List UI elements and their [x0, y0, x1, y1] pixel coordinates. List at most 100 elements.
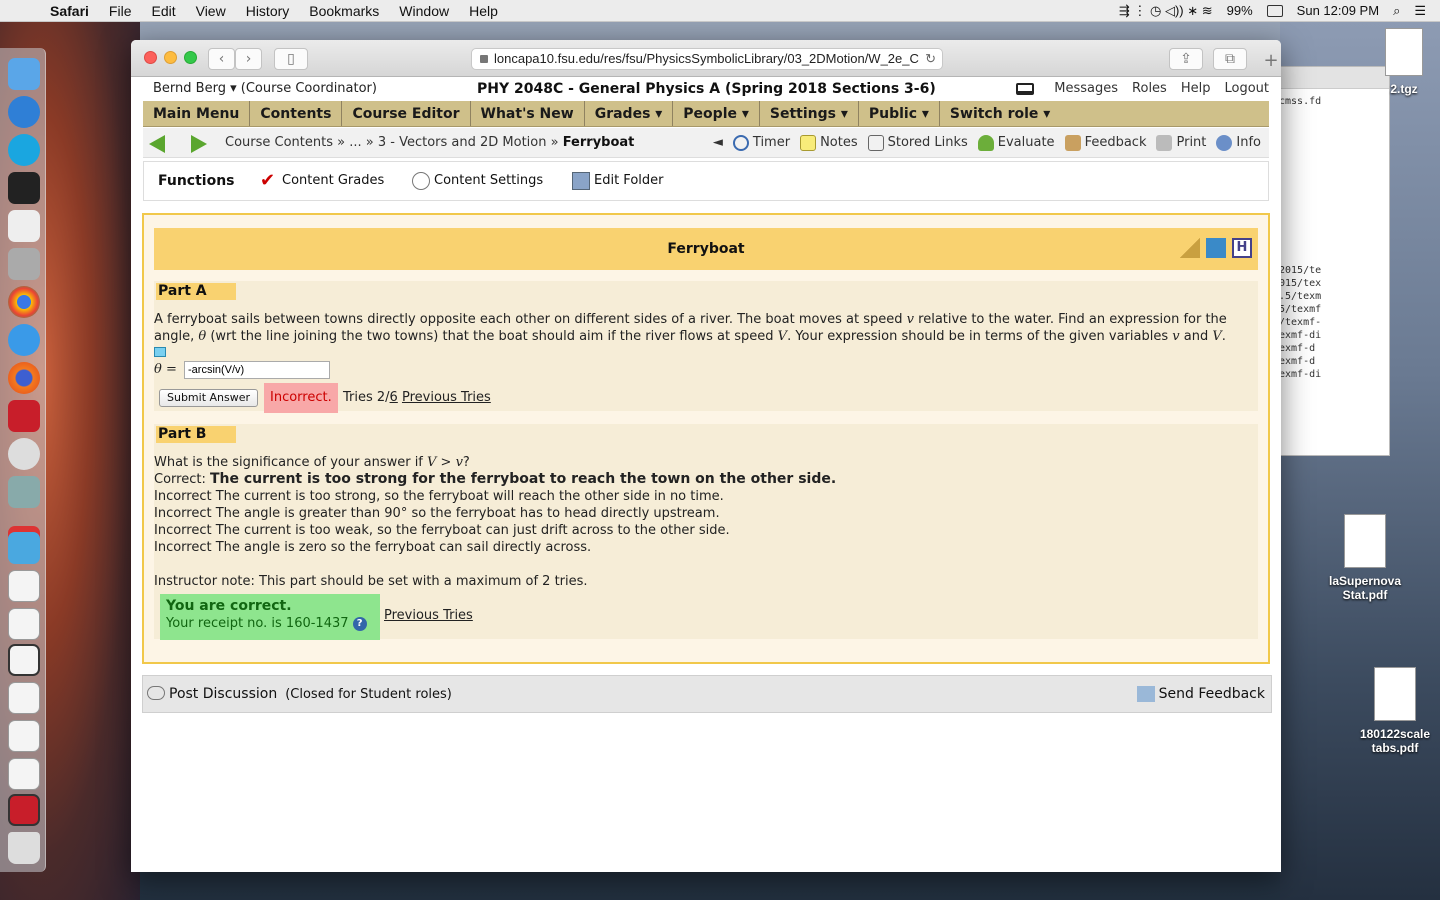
text-editor-icon[interactable]: [8, 210, 40, 242]
document-thumb-1[interactable]: [8, 570, 40, 602]
background-window-titlebar[interactable]: [1271, 67, 1389, 89]
nav-grades[interactable]: Grades ▾: [585, 101, 674, 126]
roles-link[interactable]: Roles: [1132, 77, 1167, 101]
edit-folder-link[interactable]: Edit Folder: [572, 162, 663, 200]
previous-tries-link-b[interactable]: Previous Tries: [384, 607, 473, 624]
minimize-window-button[interactable]: [164, 51, 177, 64]
max-tries-link[interactable]: 6: [390, 390, 398, 405]
menu-app-name[interactable]: Safari: [40, 3, 99, 19]
notification-center-icon[interactable]: ☰: [1414, 3, 1426, 19]
status-icons[interactable]: ⇶ ⋮ ◷ ◁)) ∗ ≋: [1119, 3, 1213, 19]
nav-settings[interactable]: Settings ▾: [760, 101, 859, 126]
clock[interactable]: Sun 12:09 PM: [1297, 3, 1379, 18]
spotlight-icon[interactable]: ⌕: [1393, 3, 1400, 19]
messages-link[interactable]: Messages: [1054, 77, 1118, 101]
desktop-icon-scaletabs[interactable]: 180122scale tabs.pdf: [1350, 667, 1440, 755]
reload-icon[interactable]: ↻: [925, 49, 936, 69]
menu-help[interactable]: Help: [459, 3, 508, 19]
menu-window[interactable]: Window: [389, 3, 459, 19]
nav-contents[interactable]: Contents: [250, 101, 343, 126]
url-bar[interactable]: loncapa10.fsu.edu/res/fsu/PhysicsSymboli…: [471, 48, 943, 70]
problem-icons: H: [1180, 238, 1252, 258]
skype-icon[interactable]: [8, 134, 40, 166]
user-name[interactable]: Bernd Berg ▾: [153, 81, 237, 96]
nav-whats-new[interactable]: What's New: [471, 101, 585, 126]
evaluate-tool[interactable]: Evaluate: [977, 128, 1055, 158]
document-thumb-5[interactable]: [8, 720, 40, 752]
menu-file[interactable]: File: [99, 3, 142, 19]
calculator-icon[interactable]: [8, 248, 40, 280]
menu-edit[interactable]: Edit: [141, 3, 185, 19]
stopwatch-icon: [732, 135, 749, 151]
menu-history[interactable]: History: [236, 3, 300, 19]
nav-switch-role[interactable]: Switch role ▾: [940, 101, 1060, 126]
help-link[interactable]: Help: [1181, 77, 1211, 101]
firefox-icon[interactable]: [8, 362, 40, 394]
nav-public[interactable]: Public ▾: [859, 101, 940, 126]
stored-links-label: Stored Links: [887, 135, 968, 150]
print-tool[interactable]: Print: [1156, 128, 1206, 158]
finder-icon[interactable]: [8, 58, 40, 90]
feedback-tool[interactable]: Feedback: [1064, 128, 1146, 158]
laptop-icon[interactable]: [1016, 83, 1035, 95]
new-tab-button[interactable]: +: [1261, 50, 1281, 76]
zoom-window-button[interactable]: [184, 51, 197, 64]
nav-people[interactable]: People ▾: [673, 101, 760, 126]
collapse-tools-icon[interactable]: ◄: [713, 128, 723, 158]
share-button[interactable]: ⇪: [1169, 48, 1203, 70]
trash-icon[interactable]: [8, 832, 40, 864]
chrome-icon[interactable]: [8, 286, 40, 318]
document-thumb-3[interactable]: [8, 644, 40, 676]
document-thumb-6[interactable]: [8, 758, 40, 790]
background-editor-window[interactable]: cmss.fd 2015/te 015/tex .5/texm 5/texmf …: [1270, 66, 1390, 456]
menu-view[interactable]: View: [186, 3, 236, 19]
preview-icon[interactable]: [8, 476, 40, 508]
evaluate-label: Evaluate: [997, 135, 1055, 150]
content-grades-link[interactable]: ✔ Content Grades: [260, 162, 384, 200]
calendar-thumb[interactable]: [8, 794, 40, 826]
document-thumb-2[interactable]: [8, 608, 40, 640]
desktop-icon-supernova[interactable]: laSupernova Stat.pdf: [1322, 514, 1408, 602]
safari-icon[interactable]: [8, 324, 40, 356]
terminal-icon[interactable]: [8, 172, 40, 204]
tabs-overview-button[interactable]: ⧉: [1213, 48, 1247, 70]
timer-tool[interactable]: Timer: [732, 128, 790, 158]
close-window-button[interactable]: [144, 51, 157, 64]
edit-problem-icon[interactable]: [1206, 238, 1226, 258]
previous-tries-link[interactable]: Previous Tries: [402, 390, 491, 405]
desktop-icon-tgz[interactable]: 2.tgz: [1374, 28, 1434, 96]
forward-button[interactable]: ›: [235, 48, 262, 70]
next-page-arrow-icon[interactable]: [191, 135, 207, 153]
answer-input[interactable]: [184, 361, 330, 379]
sidebar-toggle-button[interactable]: ▯: [274, 48, 308, 70]
document-thumb-4[interactable]: [8, 682, 40, 714]
desktop-icon-label: 2.tgz: [1390, 82, 1418, 96]
comment-icon[interactable]: [154, 347, 166, 357]
info-tool[interactable]: Info: [1216, 128, 1261, 158]
post-discussion-link[interactable]: Post Discussion: [169, 686, 277, 702]
mail-app-icon[interactable]: [8, 96, 40, 128]
submit-answer-button[interactable]: Submit Answer: [159, 389, 259, 407]
content-settings-link[interactable]: Content Settings: [412, 162, 543, 200]
menu-bookmarks[interactable]: Bookmarks: [299, 3, 389, 19]
battery-icon[interactable]: [1266, 4, 1283, 17]
help-question-icon[interactable]: ?: [352, 616, 367, 631]
breadcrumb-course-contents[interactable]: Course Contents: [225, 135, 333, 150]
x11-icon[interactable]: [8, 438, 40, 470]
send-feedback[interactable]: Send Feedback: [1136, 676, 1265, 712]
previous-page-arrow-icon[interactable]: [149, 135, 165, 153]
breadcrumb-current: Ferryboat: [562, 135, 635, 150]
notes-tool[interactable]: Notes: [800, 128, 858, 158]
grade-triangle-icon[interactable]: [1180, 238, 1200, 258]
calendar-app-icon[interactable]: [8, 400, 40, 432]
user-info[interactable]: Bernd Berg ▾ (Course Coordinator): [153, 77, 377, 101]
hint-h-icon[interactable]: H: [1232, 238, 1252, 258]
breadcrumb-folder[interactable]: 3 - Vectors and 2D Motion: [378, 135, 547, 150]
stored-links-tool[interactable]: Stored Links: [867, 128, 968, 158]
nav-main-menu[interactable]: Main Menu: [143, 101, 251, 126]
battery-percent[interactable]: 99%: [1227, 3, 1253, 18]
logout-link[interactable]: Logout: [1224, 77, 1269, 101]
nav-course-editor[interactable]: Course Editor: [342, 101, 471, 126]
back-button[interactable]: ‹: [208, 48, 235, 70]
folder-icon[interactable]: [8, 532, 40, 564]
